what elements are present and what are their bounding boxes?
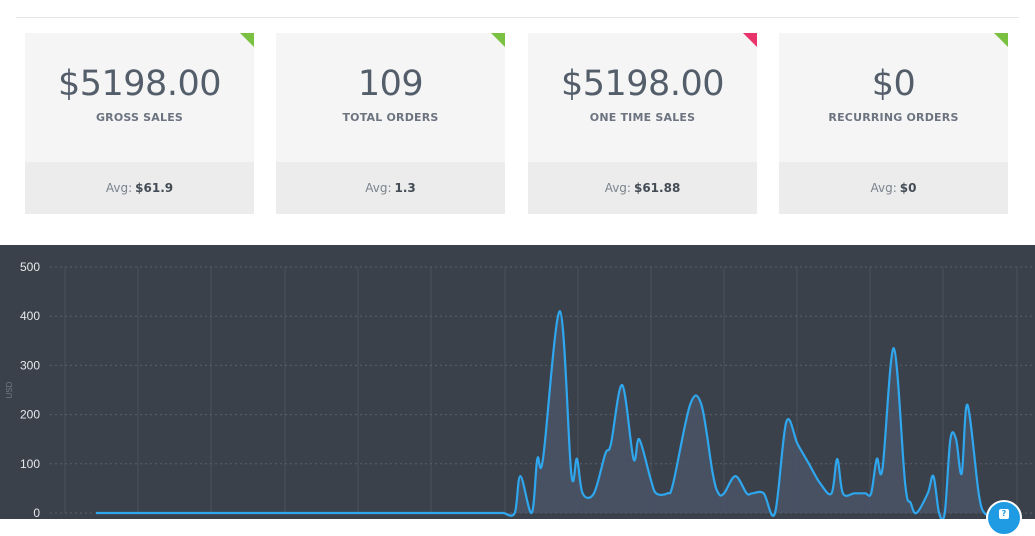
avg-label: Avg:	[604, 181, 631, 195]
top-divider	[16, 17, 1019, 18]
card-main: $5198.00 ONE TIME SALES	[528, 33, 757, 163]
gross-sales-label: GROSS SALES	[95, 111, 184, 124]
recurring-orders-value: $0	[871, 64, 916, 104]
y-tick-label: 0	[33, 506, 40, 519]
one-time-sales-label: ONE TIME SALES	[589, 111, 696, 124]
one-time-sales-card: $5198.00 ONE TIME SALES Avg: $61.88	[528, 33, 757, 214]
card-main: $5198.00 GROSS SALES	[25, 33, 254, 163]
avg-value: $61.88	[633, 181, 681, 195]
avg-label: Avg:	[870, 181, 897, 195]
avg-label: Avg:	[365, 181, 392, 195]
total-orders-avg: Avg: 1.3	[276, 162, 505, 214]
avg-value: 1.3	[394, 181, 416, 195]
recurring-orders-card: $0 RECURRING ORDERS Avg: $0	[779, 33, 1008, 214]
status-corner-icon	[994, 33, 1008, 47]
y-tick-label: 400	[20, 309, 40, 323]
gross-sales-avg: Avg: $61.9	[25, 162, 254, 214]
status-corner-icon	[743, 33, 757, 47]
total-orders-label: TOTAL ORDERS	[342, 111, 439, 124]
gross-sales-card: $5198.00 GROSS SALES Avg: $61.9	[25, 33, 254, 214]
one-time-sales-value: $5198.00	[560, 64, 725, 104]
y-axis-label: USD	[5, 381, 14, 398]
card-main: 109 TOTAL ORDERS	[276, 33, 505, 163]
avg-label: Avg:	[105, 181, 133, 195]
y-tick-label: 500	[20, 260, 40, 274]
avg-value: $61.9	[135, 181, 174, 195]
status-corner-icon	[491, 33, 505, 47]
recurring-orders-avg: Avg: $0	[779, 162, 1008, 214]
total-orders-value: 109	[357, 64, 424, 104]
y-tick-label: 300	[20, 358, 40, 372]
card-main: $0 RECURRING ORDERS	[779, 33, 1008, 163]
chat-icon: ?	[999, 509, 1009, 519]
sales-chart: 500 400 300 200 100 0 USD	[5, 260, 1035, 522]
gross-sales-value: $5198.00	[57, 64, 222, 104]
recurring-orders-label: RECURRING ORDERS	[828, 111, 959, 124]
avg-value: $0	[899, 181, 917, 195]
one-time-sales-avg: Avg: $61.88	[528, 162, 757, 214]
y-tick-label: 100	[20, 457, 40, 471]
sales-chart-panel: 500 400 300 200 100 0 USD	[0, 245, 1035, 522]
help-chat-button[interactable]: ?	[986, 500, 1022, 536]
status-corner-icon	[240, 33, 254, 47]
total-orders-card: 109 TOTAL ORDERS Avg: 1.3	[276, 33, 505, 214]
y-tick-label: 200	[20, 408, 40, 422]
series-area	[96, 311, 990, 521]
